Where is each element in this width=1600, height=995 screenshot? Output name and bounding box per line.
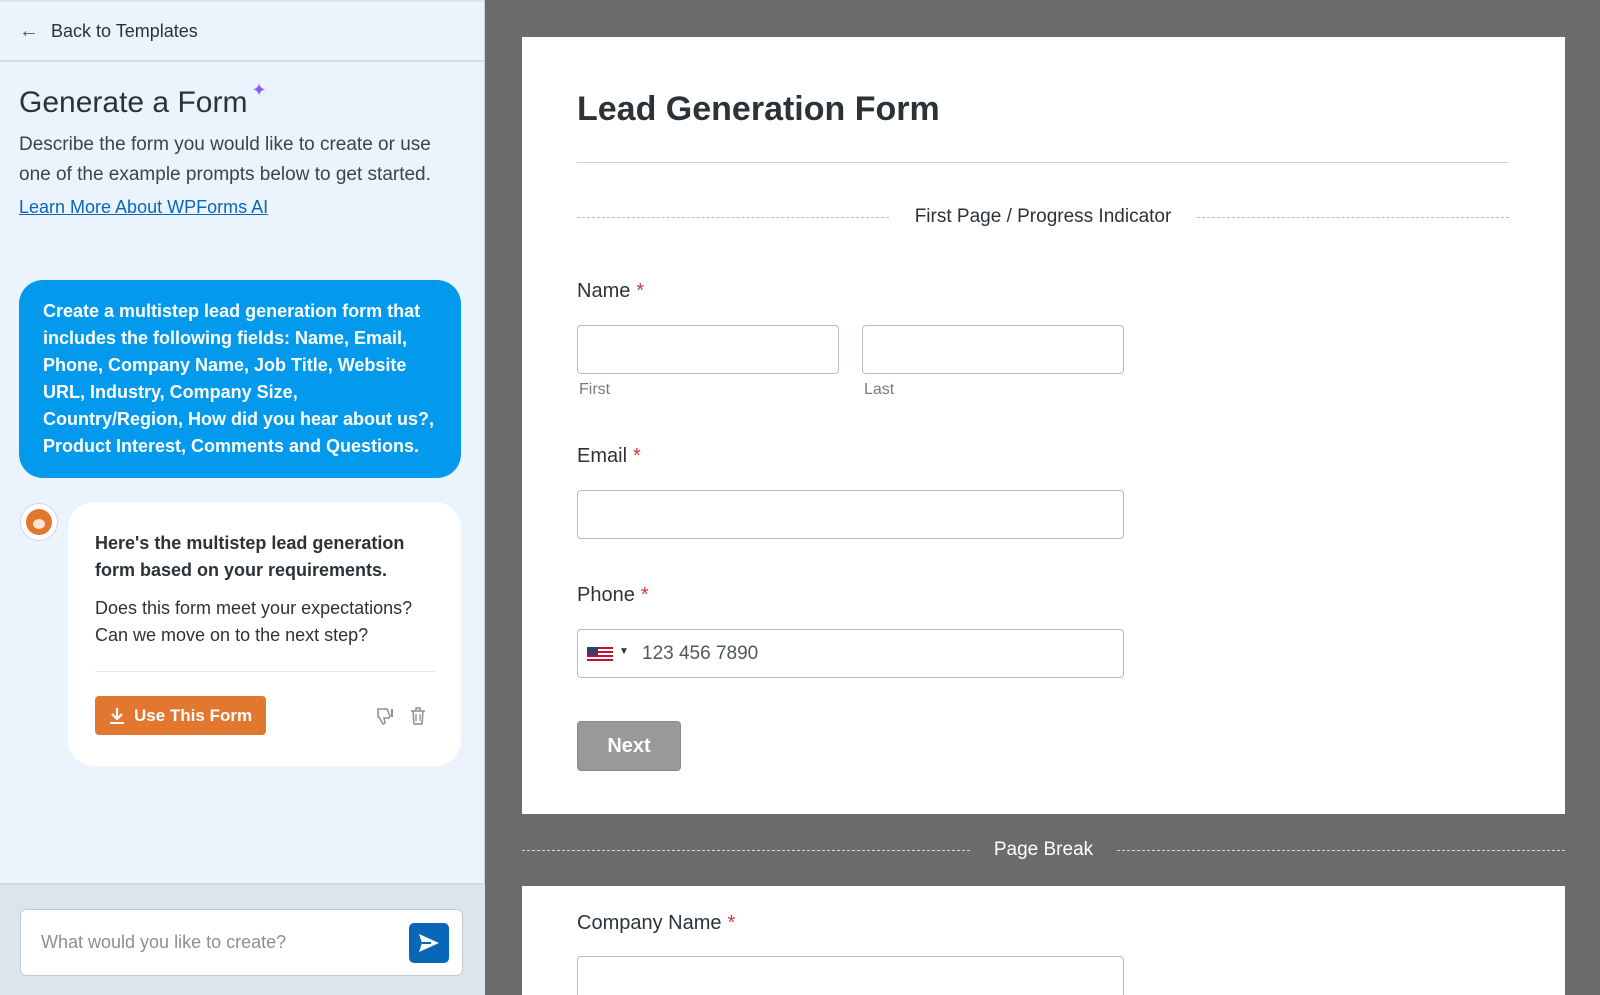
generate-header: Generate a Form ✦ Describe the form you … — [0, 62, 484, 218]
phone-label: Phone * — [577, 584, 649, 607]
generate-description: Describe the form you would like to crea… — [19, 134, 431, 185]
email-label-text: Email — [577, 445, 628, 467]
dashed-line — [1117, 849, 1566, 851]
caret-down-icon[interactable]: ▼ — [619, 646, 629, 657]
thumbs-down-icon[interactable] — [375, 706, 395, 726]
next-button[interactable]: Next — [577, 721, 681, 771]
page-break-divider[interactable]: Page Break — [522, 838, 1566, 862]
bot-message-question: Does this form meet your expectations? C… — [95, 598, 413, 645]
required-mark: * — [636, 280, 645, 302]
use-this-form-label: Use This Form — [134, 705, 253, 725]
required-mark: * — [640, 584, 649, 606]
learn-more-link[interactable]: Learn More About WPForms AI — [19, 197, 268, 218]
company-name-field[interactable] — [577, 956, 1124, 995]
form-page-1: Lead Generation Form First Page / Progre… — [522, 37, 1565, 814]
download-icon — [110, 707, 124, 724]
send-button[interactable] — [409, 922, 449, 963]
email-label: Email * — [577, 445, 641, 468]
required-mark: * — [633, 445, 641, 467]
bot-actions: Use This Form — [95, 696, 435, 735]
company-name-label-text: Company Name — [577, 912, 722, 934]
user-message-bubble: Create a multistep lead generation form … — [19, 280, 461, 478]
bear-mascot-icon — [26, 509, 52, 535]
generate-title-text: Generate a Form — [19, 86, 248, 119]
phone-field[interactable]: ▼ 123 456 7890 — [577, 629, 1124, 678]
name-label: Name * — [577, 280, 644, 303]
page-break-label: Page Break — [993, 839, 1094, 860]
back-to-templates-link[interactable]: ← Back to Templates — [0, 0, 484, 62]
form-page-2: Company Name * — [522, 886, 1565, 995]
back-label: Back to Templates — [51, 20, 198, 41]
trash-icon[interactable] — [409, 706, 427, 726]
progress-indicator-divider[interactable]: First Page / Progress Indicator — [577, 205, 1510, 229]
form-preview: Lead Generation Form First Page / Progre… — [486, 0, 1600, 995]
dashed-line — [577, 216, 889, 218]
prompt-input[interactable] — [41, 932, 409, 953]
us-flag-icon[interactable] — [587, 647, 613, 662]
company-name-label: Company Name * — [577, 912, 735, 935]
email-field[interactable] — [577, 490, 1124, 539]
bot-message-strong: Here's the multistep lead generation for… — [95, 533, 405, 580]
prompt-bar — [0, 883, 485, 995]
prompt-box — [20, 909, 463, 976]
first-sublabel: First — [579, 381, 611, 398]
last-name-field[interactable] — [862, 325, 1124, 374]
first-page-label: First Page / Progress Indicator — [914, 206, 1172, 227]
ai-sidebar: ← Back to Templates Generate a Form ✦ De… — [0, 0, 485, 995]
dashed-line — [1197, 216, 1510, 218]
bot-response-card: Here's the multistep lead generation for… — [68, 502, 461, 766]
phone-placeholder: 123 456 7890 — [642, 643, 759, 664]
avatar — [20, 503, 58, 541]
generate-title: Generate a Form ✦ — [19, 80, 465, 120]
first-name-field[interactable] — [577, 325, 839, 374]
form-title: Lead Generation Form — [577, 90, 940, 128]
name-label-text: Name — [577, 280, 631, 302]
required-mark: * — [727, 912, 736, 934]
send-icon — [419, 933, 439, 952]
sparkle-icon: ✦ — [251, 80, 267, 100]
use-this-form-button[interactable]: Use This Form — [95, 696, 267, 735]
phone-label-text: Phone — [577, 584, 635, 606]
dashed-line — [522, 849, 970, 851]
last-sublabel: Last — [864, 381, 895, 398]
title-divider — [577, 162, 1509, 163]
divider — [95, 671, 435, 672]
arrow-left-icon: ← — [19, 20, 39, 42]
